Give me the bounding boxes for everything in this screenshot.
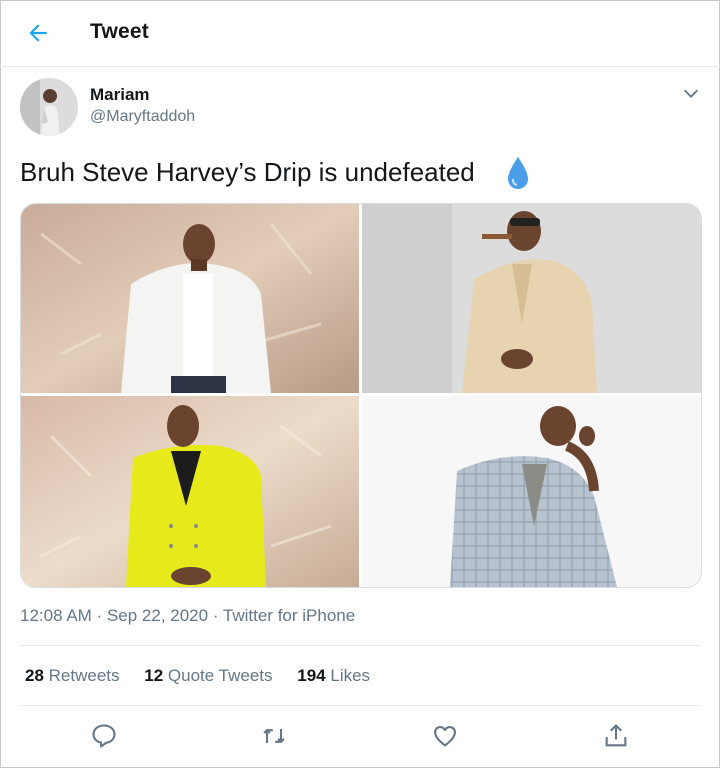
divider [20, 705, 700, 706]
retweets-label: Retweets [48, 666, 120, 685]
avatar[interactable] [20, 78, 78, 136]
tweet-source[interactable]: Twitter for iPhone [223, 606, 355, 625]
author-handle[interactable]: @Maryftaddoh [90, 108, 195, 126]
photo-yellow-suit[interactable] [21, 396, 359, 587]
photo-white-jacket[interactable] [21, 204, 359, 393]
photo-cream-suit-cigar[interactable] [362, 204, 701, 393]
meta-separator: · [91, 606, 107, 625]
reply-icon[interactable] [90, 722, 118, 750]
retweets-count: 28 [25, 666, 44, 685]
tweet-time[interactable]: 12:08 AM [20, 606, 92, 625]
quote-tweets-count: 12 [144, 666, 164, 685]
likes-count: 194 [297, 666, 326, 685]
tweet-header: Tweet [0, 0, 720, 67]
back-arrow-icon[interactable] [25, 20, 51, 46]
like-icon[interactable] [431, 722, 459, 750]
divider [20, 645, 700, 646]
likes-stat[interactable]: 194 Likes [297, 666, 370, 686]
retweets-stat[interactable]: 28 Retweets [25, 666, 120, 686]
meta-separator: · [208, 606, 223, 625]
quote-tweets-stat[interactable]: 12 Quote Tweets [144, 666, 272, 686]
author-name[interactable]: Mariam [90, 85, 150, 105]
tweet-timestamp: 12:08 AM · Sep 22, 2020 · Twitter for iP… [20, 606, 355, 626]
share-icon[interactable] [602, 722, 630, 750]
page-title: Tweet [90, 20, 149, 43]
photo-plaid-suit[interactable] [362, 396, 701, 587]
tweet-stats: 28 Retweets 12 Quote Tweets 194 Likes [25, 666, 390, 686]
tweet-text: Bruh Steve Harvey’s Drip is undefeated [20, 157, 475, 187]
droplet-emoji [508, 157, 528, 189]
retweet-icon[interactable] [260, 722, 288, 750]
quote-tweets-label: Quote Tweets [167, 666, 273, 685]
likes-label: Likes [330, 666, 371, 685]
tweet-date[interactable]: Sep 22, 2020 [107, 606, 208, 625]
chevron-down-icon[interactable] [680, 82, 702, 104]
tweet-media-grid [20, 203, 702, 588]
